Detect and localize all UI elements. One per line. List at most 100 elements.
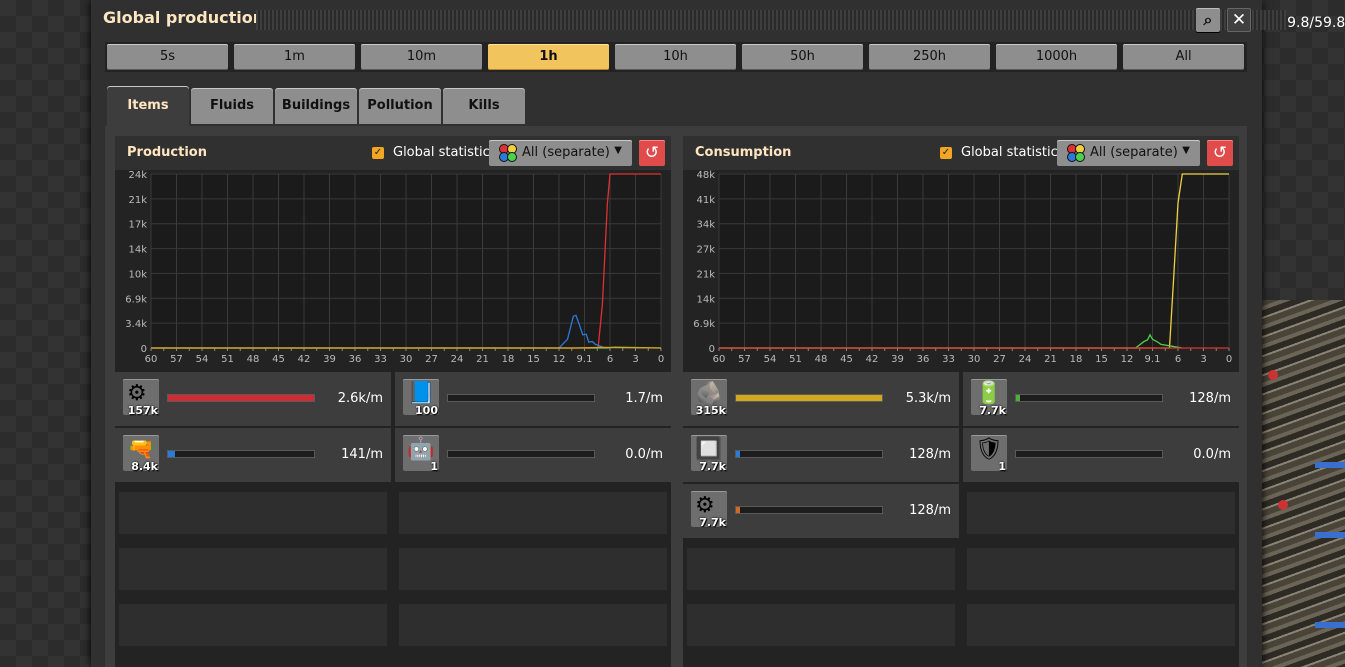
engine-icon: ⚙	[695, 493, 715, 518]
time-button-all[interactable]: All	[1123, 44, 1244, 70]
empty-item-slot	[119, 604, 387, 646]
rate-bar-fill	[168, 395, 314, 401]
item-rate: 2.6k/m	[337, 391, 383, 406]
y-tick-label: 41k	[696, 195, 715, 206]
production-filter-dropdown[interactable]: All (separate) ▼	[489, 140, 632, 166]
item-slot[interactable]: 📘 100	[403, 379, 439, 417]
tab-buildings[interactable]: Buildings	[275, 88, 357, 124]
x-tick-label: 33	[942, 354, 955, 365]
item-slot[interactable]: 🔲 7.7k	[691, 435, 727, 473]
global-statistics-checkbox[interactable]: ✓	[372, 147, 384, 159]
time-scale-selector: 5s 1m 10m 1h 10h 50h 250h 1000h All	[105, 42, 1247, 72]
item-rate: 5.3k/m	[905, 391, 951, 406]
time-button-5s[interactable]: 5s	[107, 44, 228, 70]
time-button-10m[interactable]: 10m	[361, 44, 482, 70]
x-tick-label: 48	[247, 354, 260, 365]
consumption-filter-dropdown[interactable]: All (separate) ▼	[1057, 140, 1200, 166]
item-row[interactable]: 🪨 315k 5.3k/m	[683, 372, 959, 426]
close-button[interactable]: ✕	[1227, 8, 1251, 32]
category-tabs: Items Fluids Buildings Pollution Kills	[105, 80, 1247, 128]
rate-bar	[735, 506, 883, 514]
y-tick-label: 0	[141, 344, 147, 355]
rate-bar	[1015, 450, 1163, 458]
time-button-1m[interactable]: 1m	[234, 44, 355, 70]
x-tick-label: 45	[272, 354, 285, 365]
time-button-10h[interactable]: 10h	[615, 44, 736, 70]
all-forces-icon	[1067, 144, 1085, 162]
item-slot[interactable]: ⚙ 157k	[123, 379, 159, 417]
item-count: 1	[430, 460, 438, 473]
reset-icon: ↺	[644, 143, 660, 163]
chevron-down-icon: ▼	[614, 145, 622, 156]
x-tick-label: 15	[527, 354, 540, 365]
item-row[interactable]: 🛡 1 0.0/m	[963, 428, 1239, 482]
global-statistics-label: Global statistics	[393, 145, 497, 160]
x-tick-label: 36	[349, 354, 362, 365]
global-statistics-checkbox[interactable]: ✓	[940, 147, 952, 159]
item-row[interactable]: 🔋 7.7k 128/m	[963, 372, 1239, 426]
empty-item-slot	[119, 492, 387, 534]
all-forces-icon	[499, 144, 517, 162]
x-tick-label: 9.1	[1145, 354, 1161, 365]
x-tick-label: 0	[1226, 354, 1232, 365]
drag-handle[interactable]	[256, 10, 1286, 30]
item-slot[interactable]: 🔫 8.4k	[123, 435, 159, 473]
reset-button[interactable]: ↺	[1207, 140, 1233, 166]
dropdown-label: All (separate)	[1090, 145, 1178, 160]
dropdown-label: All (separate)	[522, 145, 610, 160]
chevron-down-icon: ▼	[1182, 145, 1190, 156]
x-tick-label: 60	[713, 354, 726, 365]
rate-bar-fill	[1016, 395, 1020, 401]
circuit-icon: 🔲	[695, 437, 723, 462]
item-count: 1	[998, 460, 1006, 473]
health-bar-3	[1315, 622, 1345, 628]
search-icon: ⌕	[1203, 10, 1213, 29]
item-row[interactable]: ⚙ 7.7k 128/m	[683, 484, 959, 538]
item-slot[interactable]: ⚙ 7.7k	[691, 491, 727, 529]
item-slot[interactable]: 🛡 1	[971, 435, 1007, 473]
x-tick-label: 57	[738, 354, 751, 365]
time-button-1h[interactable]: 1h	[488, 44, 609, 70]
item-row[interactable]: ⚙ 157k 2.6k/m	[115, 372, 391, 426]
tab-pollution[interactable]: Pollution	[359, 88, 441, 124]
item-row[interactable]: 🔫 8.4k 141/m	[115, 428, 391, 482]
empty-item-slot	[399, 548, 667, 590]
y-tick-label: 24k	[128, 170, 147, 181]
x-tick-label: 6	[1175, 354, 1181, 365]
item-slot[interactable]: 🪨 315k	[691, 379, 727, 417]
item-slot[interactable]: 🤖 1	[403, 435, 439, 473]
item-row[interactable]: 🔲 7.7k 128/m	[683, 428, 959, 482]
item-rate: 0.0/m	[625, 447, 663, 462]
blueprint-icon: 📘	[407, 381, 435, 406]
x-tick-label: 0	[658, 354, 664, 365]
item-count: 7.7k	[699, 460, 726, 473]
reset-button[interactable]: ↺	[639, 140, 665, 166]
item-slot[interactable]: 🔋 7.7k	[971, 379, 1007, 417]
x-tick-label: 3	[632, 354, 638, 365]
tab-items[interactable]: Items	[107, 86, 189, 128]
rate-bar-fill	[736, 395, 882, 401]
x-tick-label: 60	[145, 354, 158, 365]
x-tick-label: 18	[502, 354, 515, 365]
y-tick-label: 48k	[696, 170, 715, 181]
x-tick-label: 51	[221, 354, 234, 365]
consumption-chart: 60 57 54 51 48 45 42 39 36 33 30 27 24 21 18 15 12 9.1 6 3 0…	[693, 170, 1232, 365]
x-tick-label: 30	[968, 354, 981, 365]
item-count: 100	[415, 404, 438, 417]
time-button-250h[interactable]: 250h	[869, 44, 990, 70]
item-row[interactable]: 🤖 1 0.0/m	[395, 428, 671, 482]
consumption-title: Consumption	[695, 145, 792, 160]
tab-fluids[interactable]: Fluids	[191, 88, 273, 124]
rate-bar	[735, 450, 883, 458]
item-rate: 128/m	[909, 447, 951, 462]
time-button-50h[interactable]: 50h	[742, 44, 863, 70]
title-bar[interactable]: Global production ⌕ ✕	[91, 0, 1286, 38]
tab-kills[interactable]: Kills	[443, 88, 525, 124]
time-button-1000h[interactable]: 1000h	[996, 44, 1117, 70]
x-tick-label: 57	[170, 354, 183, 365]
y-tick-label: 21k	[128, 195, 147, 206]
search-button[interactable]: ⌕	[1196, 8, 1220, 32]
item-row[interactable]: 📘 100 1.7/m	[395, 372, 671, 426]
x-tick-label: 12	[1121, 354, 1134, 365]
item-count: 8.4k	[131, 460, 158, 473]
